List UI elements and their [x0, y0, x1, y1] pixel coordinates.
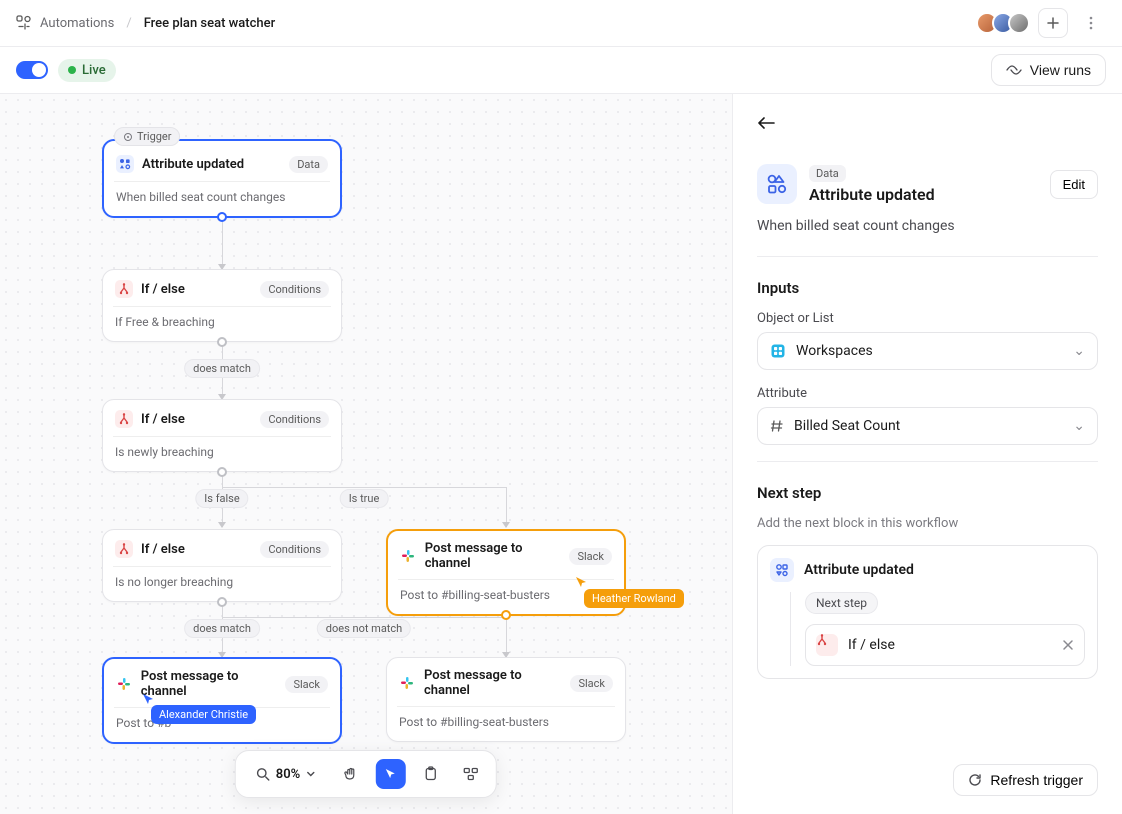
header: Automations / Free plan seat watcher [0, 0, 1122, 47]
refresh-icon [968, 773, 982, 787]
canvas[interactable]: does match Is false Is true does match d… [0, 94, 732, 814]
zoom-control[interactable]: 80% [246, 763, 326, 786]
status-dot-icon [68, 66, 76, 74]
node-if-else[interactable]: If / else Conditions Is no longer breach… [102, 529, 342, 602]
target-icon [123, 132, 133, 142]
chevron-down-icon [306, 769, 316, 779]
node-desc: When billed seat count changes [116, 190, 328, 204]
workspace-icon [770, 343, 786, 359]
next-step-row[interactable]: If / else [805, 624, 1085, 666]
sidebar: Data Attribute updated Edit When billed … [732, 94, 1122, 814]
live-badge: Live [58, 59, 116, 82]
inputs-heading: Inputs [757, 279, 1098, 297]
node-title: Attribute updated [142, 157, 244, 172]
branch-icon [115, 410, 133, 428]
node-slack[interactable]: Post message to channel Slack Post to #b… [386, 657, 626, 742]
chevron-down-icon: ⌄ [1073, 418, 1085, 434]
node-tag: Data [289, 156, 328, 173]
shapes-icon [116, 155, 134, 173]
next-step-desc: Add the next block in this workflow [757, 516, 1098, 531]
select-tool[interactable] [376, 759, 406, 789]
edge-label: Is false [195, 489, 248, 508]
more-menu[interactable] [1076, 8, 1106, 38]
node-trigger[interactable]: Trigger Attribute updated Data When bill… [102, 139, 342, 218]
enabled-toggle[interactable] [16, 61, 48, 79]
edge-label: does match [184, 619, 260, 638]
object-select[interactable]: Workspaces ⌄ [757, 332, 1098, 370]
attribute-select[interactable]: Billed Seat Count ⌄ [757, 407, 1098, 445]
node-port[interactable] [217, 337, 227, 347]
node-port[interactable] [217, 597, 227, 607]
presence-cursor-label: Heather Rowland [584, 589, 684, 608]
next-step-pill: Next step [805, 592, 878, 614]
shapes-icon [770, 558, 794, 582]
node-port[interactable] [501, 610, 511, 620]
presence-avatars[interactable] [976, 12, 1030, 34]
presence-cursor-icon [142, 693, 154, 705]
canvas-toolbar: 80% [235, 750, 497, 798]
layout-tool[interactable] [456, 759, 486, 789]
node-slack[interactable]: Post message to channel Slack Post to #b [102, 657, 342, 744]
runs-icon [1006, 64, 1022, 76]
presence-cursor-label: Alexander Christie [151, 705, 256, 724]
shapes-icon [757, 164, 797, 204]
next-step-block: Attribute updated Next step If / else [757, 545, 1098, 679]
branch-icon [816, 634, 838, 656]
slack-icon [400, 547, 417, 565]
clipboard-tool[interactable] [416, 759, 446, 789]
node-port[interactable] [217, 212, 227, 222]
next-step-current: Attribute updated [770, 558, 1085, 582]
slack-icon [116, 675, 133, 693]
attribute-value: Billed Seat Count [794, 418, 900, 434]
hash-icon [770, 419, 784, 433]
breadcrumb-separator: / [126, 16, 131, 31]
object-label: Object or List [757, 311, 1098, 326]
breadcrumb-current[interactable]: Free plan seat watcher [144, 16, 276, 31]
add-button[interactable] [1038, 8, 1068, 38]
edge-label: does match [184, 359, 260, 378]
avatar[interactable] [1008, 12, 1030, 34]
subheader: Live View runs [0, 47, 1122, 94]
search-icon [256, 767, 270, 781]
node-if-else[interactable]: If / else Conditions Is newly breaching [102, 399, 342, 472]
sidebar-subtitle: When billed seat count changes [757, 218, 1098, 234]
zoom-value: 80% [276, 767, 300, 782]
branch-icon [115, 540, 133, 558]
refresh-trigger-button[interactable]: Refresh trigger [953, 764, 1098, 796]
presence-cursor-icon [575, 576, 587, 588]
back-button[interactable] [757, 116, 777, 136]
trigger-pill: Trigger [114, 127, 180, 146]
attribute-label: Attribute [757, 386, 1098, 401]
node-if-else[interactable]: If / else Conditions If Free & breaching [102, 269, 342, 342]
breadcrumb: Automations / Free plan seat watcher [40, 16, 275, 31]
node-port[interactable] [217, 467, 227, 477]
sidebar-tag: Data [809, 165, 846, 182]
sidebar-heading: Attribute updated [809, 185, 1038, 204]
edge-label: Is true [340, 489, 389, 508]
remove-step-button[interactable] [1062, 639, 1074, 651]
view-runs-button[interactable]: View runs [991, 54, 1106, 86]
chevron-down-icon: ⌄ [1073, 343, 1085, 359]
edit-button[interactable]: Edit [1050, 170, 1098, 199]
slack-icon [399, 674, 416, 692]
main-area: does match Is false Is true does match d… [0, 94, 1122, 814]
live-label: Live [82, 63, 106, 78]
edge-label: does not match [317, 619, 411, 638]
object-value: Workspaces [796, 343, 873, 359]
automations-icon [16, 15, 32, 31]
branch-icon [115, 280, 133, 298]
hand-tool[interactable] [336, 759, 366, 789]
next-step-heading: Next step [757, 484, 1098, 502]
breadcrumb-root[interactable]: Automations [40, 16, 114, 31]
